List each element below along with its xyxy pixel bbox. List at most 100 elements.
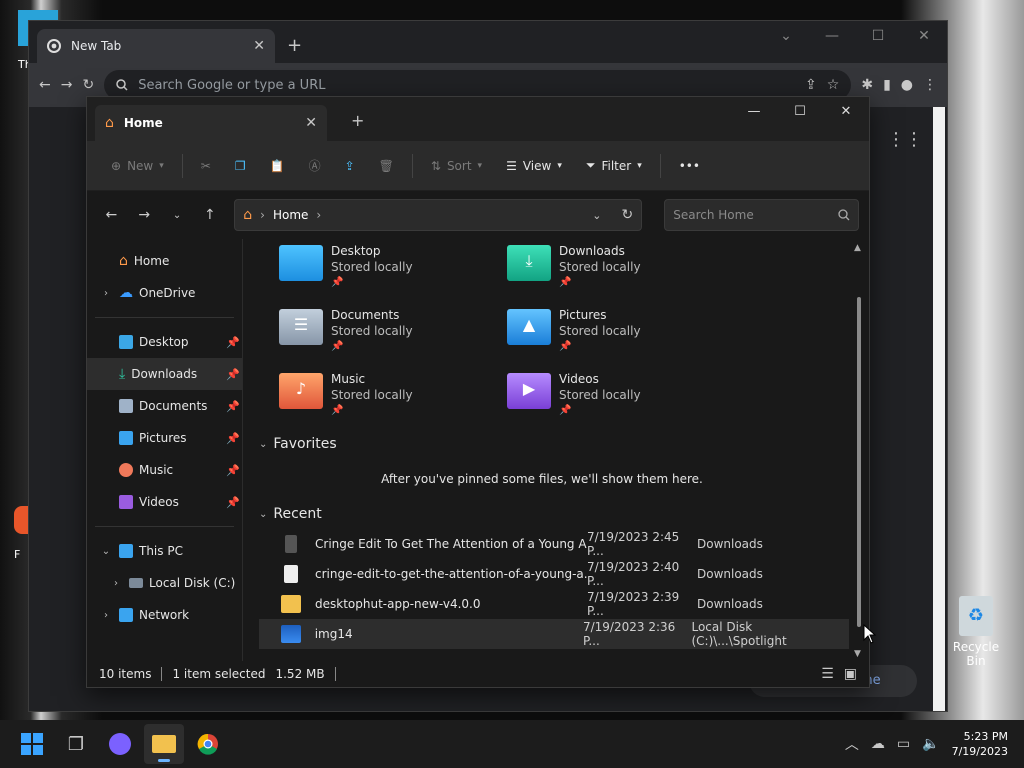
close-icon[interactable]: ✕ [253,38,265,54]
forward-arrow-icon[interactable]: → [130,200,159,230]
view-button[interactable]: ☰ View ▾ [496,153,572,179]
sidebar-item-home[interactable]: ⌂ Home [87,245,242,277]
desktop-folder-icon [119,335,133,349]
scroll-up-icon[interactable]: ▲ [854,243,861,253]
taskbar-clock[interactable]: 5:23 PM 7/19/2023 [952,729,1008,759]
list-item[interactable]: img14 7/19/2023 2:36 P... Local Disk (C:… [259,619,849,649]
star-icon[interactable]: ☆ [827,77,840,93]
delete-button[interactable]: 🗑 [369,153,404,179]
sidebar-item-network[interactable]: › Network [87,599,242,631]
address-bar[interactable]: ⌂ › Home › ⌄ ↻ [234,199,643,231]
chrome-tab-new[interactable]: New Tab ✕ [37,29,275,63]
list-item[interactable]: Cringe Edit To Get The Attention of a Yo… [259,529,849,559]
task-view-button[interactable]: ❐ [56,724,96,764]
side-panel-icon[interactable]: ▮ [883,77,891,93]
sidebar-item-desktop[interactable]: Desktop 📌 [87,326,242,358]
list-item[interactable]: cringe-edit-to-get-the-attention-of-a-yo… [259,559,849,589]
recycle-bin[interactable]: ♻ Recycle Bin [944,596,1008,668]
chrome-taskbar-button[interactable] [188,724,228,764]
new-button[interactable]: ⊕ New ▾ [101,153,174,179]
music-folder-icon: ♪ [279,373,323,409]
quick-access-desktop[interactable]: Desktop Stored locally 📌 [279,243,507,291]
menu-dots-icon[interactable]: ⋮ [923,77,937,93]
start-button[interactable] [12,724,52,764]
minimize-icon[interactable]: — [809,21,855,51]
volume-icon[interactable]: 🔈 [922,736,939,752]
tile-name: Desktop [331,244,381,258]
sidebar-item-downloads[interactable]: ⤓ Downloads 📌 [87,358,242,390]
forward-arrow-icon[interactable]: → [61,77,73,93]
search-placeholder: Search Home [673,208,754,222]
more-options-button[interactable]: ••• [669,153,710,179]
sidebar-item-music[interactable]: Music 📌 [87,454,242,486]
scroll-down-icon[interactable]: ▼ [854,649,861,659]
back-arrow-icon[interactable]: ← [97,200,126,230]
quick-access-downloads[interactable]: ⤓ Downloads Stored locally 📌 [507,243,735,291]
close-tab-icon[interactable]: ✕ [305,115,317,131]
profile-icon[interactable]: ● [901,77,913,93]
recent-header[interactable]: ⌄ Recent [259,499,869,529]
pin-icon[interactable]: 📌 [226,432,242,445]
chevron-right-icon[interactable]: › [99,610,113,621]
sidebar-item-onedrive[interactable]: › ☁ OneDrive [87,277,242,309]
chevron-down-icon[interactable]: ⌄ [99,546,113,557]
search-input[interactable]: Search Home [664,199,859,231]
extensions-icon[interactable]: ✱ [861,77,873,93]
sidebar-item-label: Downloads [131,367,198,381]
maximize-icon[interactable]: ☐ [855,21,901,51]
new-tab-plus-icon[interactable]: + [287,35,302,56]
sort-button[interactable]: ⇅ Sort ▾ [421,153,492,179]
chevron-right-icon[interactable]: › [99,288,113,299]
teams-chat-button[interactable] [100,724,140,764]
sidebar-item-videos[interactable]: Videos 📌 [87,486,242,518]
tiles-view-icon[interactable]: ▣ [844,666,857,682]
rename-button[interactable]: Ⓐ [299,151,331,180]
favorites-header[interactable]: ⌄ Favorites [259,429,869,459]
breadcrumb-home[interactable]: Home [273,208,308,222]
sidebar-item-this-pc[interactable]: ⌄ This PC [87,535,242,567]
new-tab-plus-icon[interactable]: + [351,111,364,130]
pin-icon[interactable]: 📌 [226,464,242,477]
chevron-down-icon[interactable]: ⌄ [763,21,809,51]
close-window-icon[interactable]: ✕ [823,97,869,125]
display-icon[interactable]: ▭ [897,736,910,752]
filter-button[interactable]: ⏷ Filter ▾ [576,152,652,179]
recent-locations-chevron-icon[interactable]: ⌄ [163,200,192,230]
chevron-right-icon[interactable]: › [109,578,123,589]
up-arrow-icon[interactable]: ↑ [195,200,224,230]
minimize-icon[interactable]: — [731,97,777,125]
share-button[interactable]: ⇪ [335,153,365,179]
share-icon[interactable]: ⇪ [805,77,817,93]
pin-icon[interactable]: 📌 [226,496,242,509]
cut-button[interactable]: ✂ [191,153,221,179]
list-item[interactable]: desktophut-app-new-v4.0.0 7/19/2023 2:39… [259,589,849,619]
reload-icon[interactable]: ↻ [82,77,94,93]
close-window-icon[interactable]: ✕ [901,21,947,51]
quick-access-videos[interactable]: ▶ Videos Stored locally 📌 [507,371,735,419]
copy-button[interactable]: ❐ [225,153,256,179]
refresh-icon[interactable]: ↻ [622,207,634,223]
quick-access-documents[interactable]: ☰ Documents Stored locally 📌 [279,307,507,355]
apps-grid-icon[interactable]: ⋮⋮ [887,129,923,150]
file-explorer-taskbar-button[interactable] [144,724,184,764]
chrome-logo-icon [47,39,61,53]
back-arrow-icon[interactable]: ← [39,77,51,93]
maximize-icon[interactable]: ☐ [777,97,823,125]
chevron-down-icon[interactable]: ⌄ [592,209,601,222]
content-scrollbar[interactable]: ▲ ▼ [854,239,863,661]
chevron-up-icon[interactable]: ︿ [845,734,859,754]
quick-access-music[interactable]: ♪ Music Stored locally 📌 [279,371,507,419]
scrollbar-thumb[interactable] [857,297,861,627]
network-off-icon[interactable]: ☁ [871,736,885,752]
sidebar-item-documents[interactable]: Documents 📌 [87,390,242,422]
sidebar-item-local-disk[interactable]: › Local Disk (C:) [87,567,242,599]
pin-icon[interactable]: 📌 [226,336,242,349]
quick-access-pictures[interactable]: ▲ Pictures Stored locally 📌 [507,307,735,355]
details-view-icon[interactable]: ☰ [821,666,834,682]
pin-icon[interactable]: 📌 [226,400,242,413]
more-dots-icon: ••• [678,158,700,173]
paste-button[interactable]: 📋 [260,153,295,179]
explorer-tab-home[interactable]: ⌂ Home ✕ [95,105,327,141]
sidebar-item-pictures[interactable]: Pictures 📌 [87,422,242,454]
pin-icon[interactable]: 📌 [226,368,242,381]
